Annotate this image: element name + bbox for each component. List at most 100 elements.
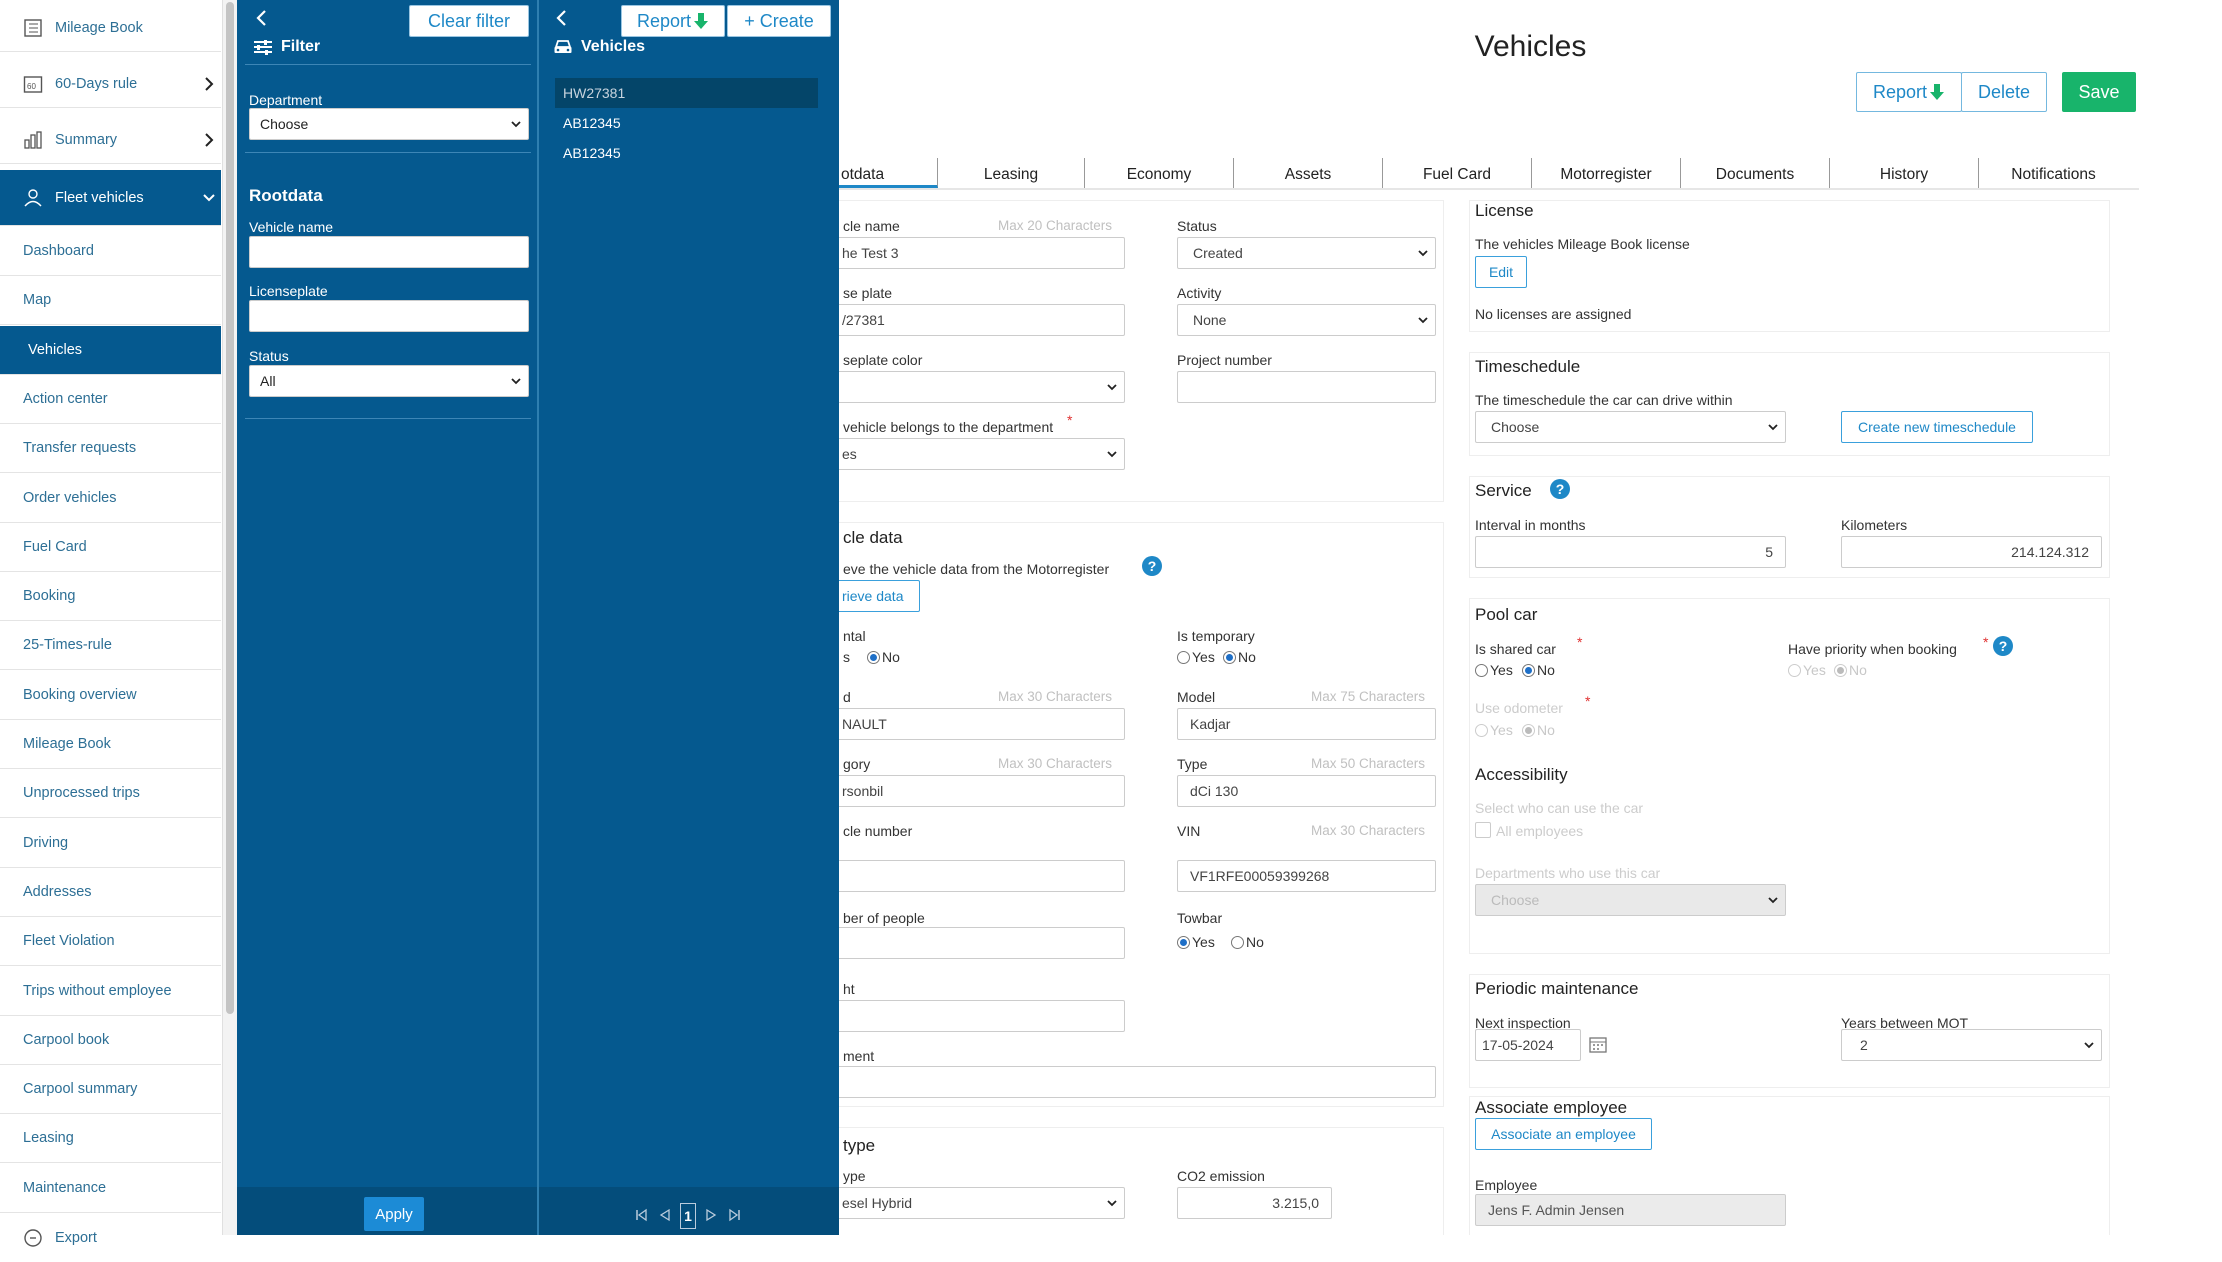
odometer-no-radio[interactable]: No bbox=[1522, 722, 1555, 738]
sidebar-item-mileage-book[interactable]: Mileage Book bbox=[0, 4, 221, 52]
interval-input[interactable]: 5 bbox=[1475, 536, 1786, 568]
vehicle-name-input[interactable] bbox=[249, 236, 529, 268]
sidebar-subitem-25-times-rule[interactable]: 25-Times-rule bbox=[0, 621, 221, 671]
tab-notifications[interactable]: Notifications bbox=[1979, 158, 2128, 188]
shared-yes-radio[interactable]: Yes bbox=[1475, 662, 1513, 678]
sidebar-subitem-dashboard[interactable]: Dashboard bbox=[0, 227, 221, 276]
department-select[interactable]: es bbox=[839, 438, 1125, 470]
status-select[interactable]: All bbox=[249, 365, 529, 397]
sidebar-subitem-booking[interactable]: Booking bbox=[0, 572, 221, 622]
comment-input[interactable] bbox=[839, 1066, 1436, 1098]
department-select[interactable]: Choose bbox=[249, 108, 529, 140]
odometer-yes-radio[interactable]: Yes bbox=[1475, 722, 1513, 738]
tab-history[interactable]: History bbox=[1830, 158, 1979, 188]
departments-select[interactable]: Choose bbox=[1475, 884, 1786, 916]
licenseplate-color-select[interactable] bbox=[839, 371, 1125, 403]
report-button[interactable]: Report bbox=[1856, 72, 1962, 112]
first-page-icon[interactable] bbox=[635, 1208, 647, 1222]
sidebar-item-summary[interactable]: Summary bbox=[0, 116, 221, 164]
previous-page-icon[interactable] bbox=[659, 1208, 671, 1222]
temporary-yes-radio[interactable]: Yes bbox=[1177, 649, 1215, 665]
priority-no-radio[interactable]: No bbox=[1834, 662, 1867, 678]
project-number-input[interactable] bbox=[1177, 371, 1436, 403]
co2-input[interactable]: 3.215,0 bbox=[1177, 1187, 1332, 1219]
create-button[interactable]: + Create bbox=[727, 5, 831, 37]
back-arrow-icon[interactable] bbox=[253, 8, 271, 28]
retrieve-data-button[interactable]: rieve data bbox=[839, 580, 920, 612]
tab-leasing[interactable]: Leasing bbox=[938, 158, 1085, 188]
sidebar-subitem-carpool-book[interactable]: Carpool book bbox=[0, 1016, 221, 1065]
type-input[interactable]: dCi 130 bbox=[1177, 775, 1436, 807]
calendar-icon[interactable] bbox=[1589, 1035, 1607, 1053]
licenseplate-input[interactable] bbox=[249, 300, 529, 332]
vehicle-list-item[interactable]: AB12345 bbox=[555, 138, 818, 168]
all-employees-checkbox[interactable] bbox=[1475, 822, 1491, 838]
delete-button[interactable]: Delete bbox=[1961, 72, 2047, 112]
vehicle-list-item[interactable]: AB12345 bbox=[555, 108, 818, 138]
help-icon[interactable]: ? bbox=[1142, 556, 1162, 576]
kilometers-input[interactable]: 214.124.312 bbox=[1841, 536, 2102, 568]
sidebar-item-fleet-vehicles[interactable]: Fleet vehicles bbox=[0, 170, 221, 226]
rental-no-radio[interactable]: No bbox=[867, 649, 900, 665]
edit-license-button[interactable]: Edit bbox=[1475, 256, 1527, 288]
towbar-no-radio[interactable]: No bbox=[1231, 934, 1264, 950]
priority-yes-radio[interactable]: Yes bbox=[1788, 662, 1826, 678]
report-button[interactable]: Report bbox=[621, 5, 725, 37]
sidebar-item-60-days-rule[interactable]: 60 60-Days rule bbox=[0, 60, 221, 108]
sidebar-subitem-map[interactable]: Map bbox=[0, 276, 221, 326]
tab-economy[interactable]: Economy bbox=[1085, 158, 1234, 188]
vehicle-list-item[interactable]: HW27381 bbox=[555, 78, 818, 108]
sidebar-subitem-addresses[interactable]: Addresses bbox=[0, 868, 221, 917]
timeschedule-select[interactable]: Choose bbox=[1475, 411, 1786, 443]
sidebar-subitem-mileage-book[interactable]: Mileage Book bbox=[0, 720, 221, 769]
weight-input[interactable] bbox=[839, 1000, 1125, 1032]
fuel-type-select[interactable]: esel Hybrid bbox=[839, 1187, 1125, 1219]
brand-input[interactable]: NAULT bbox=[839, 708, 1125, 740]
sidebar-subitem-leasing[interactable]: Leasing bbox=[0, 1114, 221, 1164]
sidebar-subitem-order-vehicles[interactable]: Order vehicles bbox=[0, 474, 221, 523]
current-page[interactable]: 1 bbox=[680, 1203, 696, 1229]
sidebar-subitem-action-center[interactable]: Action center bbox=[0, 375, 221, 424]
sidebar-subitem-trips-without-employee[interactable]: Trips without employee bbox=[0, 967, 221, 1016]
status-select[interactable]: Created bbox=[1177, 237, 1436, 269]
temporary-no-radio[interactable]: No bbox=[1223, 649, 1256, 665]
number-of-people-input[interactable] bbox=[839, 927, 1125, 959]
next-page-icon[interactable] bbox=[705, 1208, 717, 1222]
activity-select[interactable]: None bbox=[1177, 304, 1436, 336]
back-arrow-icon[interactable] bbox=[553, 8, 571, 28]
create-timeschedule-button[interactable]: Create new timeschedule bbox=[1841, 411, 2033, 443]
last-page-icon[interactable] bbox=[729, 1208, 741, 1222]
vin-input[interactable]: VF1RFE00059399268 bbox=[1177, 860, 1436, 892]
vehicle-number-input[interactable] bbox=[839, 860, 1125, 892]
sidebar-subitem-fuel-card[interactable]: Fuel Card bbox=[0, 523, 221, 572]
rental-yes-radio[interactable]: s bbox=[843, 649, 850, 665]
tab-assets[interactable]: Assets bbox=[1234, 158, 1383, 188]
next-inspection-input[interactable]: 17-05-2024 bbox=[1475, 1029, 1581, 1061]
model-input[interactable]: Kadjar bbox=[1177, 708, 1436, 740]
tab-rootdata[interactable]: otdata bbox=[839, 158, 938, 188]
vehicle-name-input[interactable]: he Test 3 bbox=[839, 237, 1125, 269]
help-icon[interactable]: ? bbox=[1993, 636, 2013, 656]
sidebar-subitem-driving[interactable]: Driving bbox=[0, 819, 221, 868]
sidebar-subitem-unprocessed-trips[interactable]: Unprocessed trips bbox=[0, 769, 221, 819]
help-icon[interactable]: ? bbox=[1550, 479, 1570, 499]
category-input[interactable]: rsonbil bbox=[839, 775, 1125, 807]
save-button[interactable]: Save bbox=[2062, 72, 2136, 112]
tab-motorregister[interactable]: Motorregister bbox=[1532, 158, 1681, 188]
employee-input[interactable]: Jens F. Admin Jensen bbox=[1475, 1194, 1786, 1226]
tab-fuel-card[interactable]: Fuel Card bbox=[1383, 158, 1532, 188]
sidebar-subitem-vehicles[interactable]: Vehicles bbox=[0, 325, 221, 375]
clear-filter-button[interactable]: Clear filter bbox=[409, 5, 529, 37]
associate-employee-button[interactable]: Associate an employee bbox=[1475, 1118, 1652, 1150]
years-between-mot-select[interactable]: 2 bbox=[1841, 1029, 2102, 1061]
license-plate-input[interactable]: /27381 bbox=[839, 304, 1125, 336]
shared-no-radio[interactable]: No bbox=[1522, 662, 1555, 678]
apply-button[interactable]: Apply bbox=[364, 1197, 424, 1231]
towbar-yes-radio[interactable]: Yes bbox=[1177, 934, 1215, 950]
sidebar-item-export[interactable]: Export bbox=[0, 1214, 221, 1262]
sidebar-subitem-carpool-summary[interactable]: Carpool summary bbox=[0, 1065, 221, 1115]
sidebar-subitem-transfer-requests[interactable]: Transfer requests bbox=[0, 424, 221, 474]
sidebar-scrollbar-thumb[interactable] bbox=[226, 2, 234, 1014]
sidebar-subitem-maintenance[interactable]: Maintenance bbox=[0, 1164, 221, 1213]
sidebar-subitem-fleet-violation[interactable]: Fleet Violation bbox=[0, 917, 221, 967]
